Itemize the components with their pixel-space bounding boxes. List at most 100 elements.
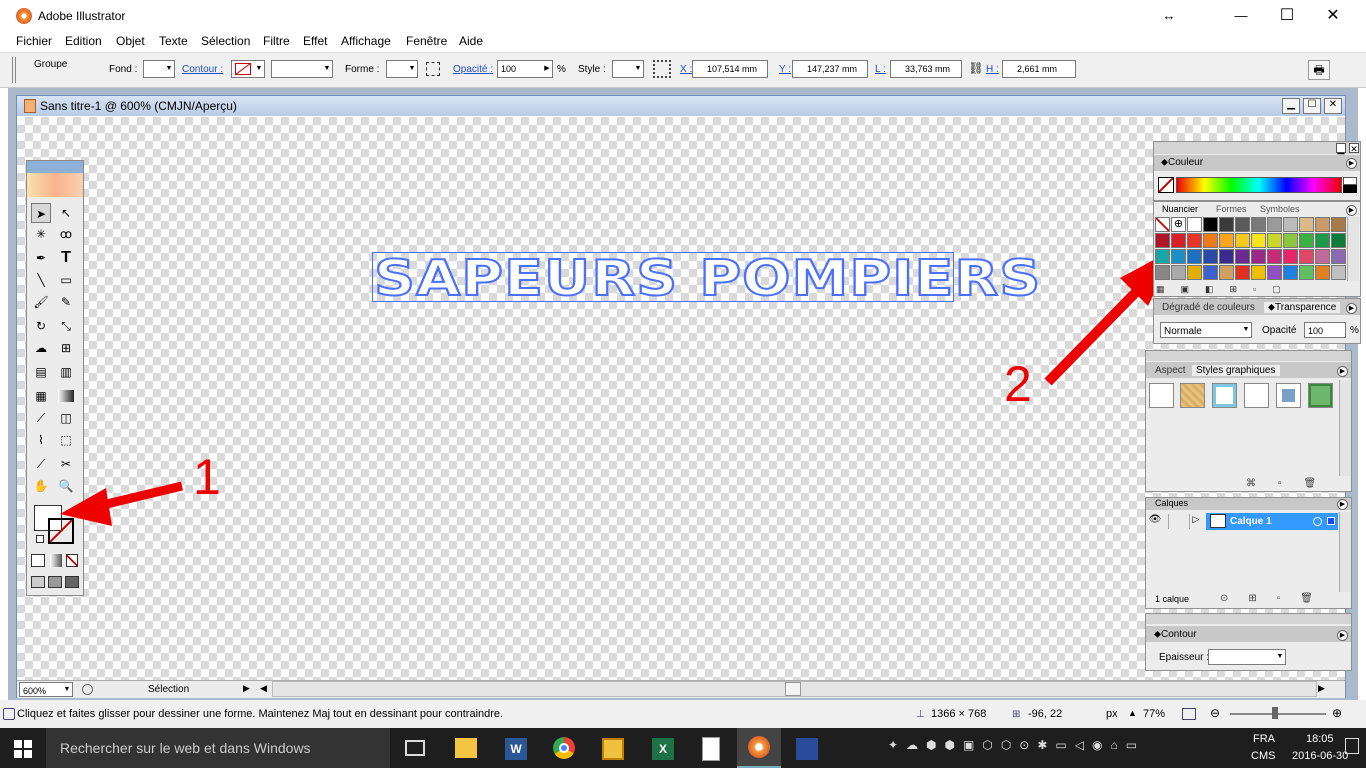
- style-default[interactable]: [1149, 383, 1174, 408]
- color-swatch[interactable]: [1331, 233, 1346, 248]
- color-swatch[interactable]: [1267, 249, 1282, 264]
- menu-texte[interactable]: Texte: [159, 34, 188, 48]
- color-swatch[interactable]: [1171, 249, 1186, 264]
- color-swatch[interactable]: [1203, 217, 1218, 232]
- color-swatch[interactable]: [1235, 249, 1250, 264]
- clock-date[interactable]: 2016-06-30: [1292, 750, 1348, 762]
- transparency-opacity-field[interactable]: 100: [1304, 322, 1346, 338]
- color-swatch[interactable]: [1155, 233, 1170, 248]
- color-swatch[interactable]: [1203, 249, 1218, 264]
- color-swatch[interactable]: [1267, 217, 1282, 232]
- color-swatch[interactable]: [1187, 217, 1202, 232]
- menu-affichage[interactable]: Affichage: [341, 34, 391, 48]
- panel-menu-icon[interactable]: ▶: [1346, 158, 1357, 169]
- panel-menu-icon[interactable]: ▶: [1337, 630, 1348, 641]
- height-field[interactable]: 2,661 mm: [1002, 60, 1076, 78]
- styles-scrollbar[interactable]: [1339, 380, 1351, 476]
- doc-close-button[interactable]: ✕: [1324, 98, 1342, 114]
- magic-wand-tool-icon[interactable]: ✳: [31, 224, 51, 244]
- version-cue-icon[interactable]: [82, 684, 93, 695]
- gradient-tool-icon[interactable]: [58, 390, 74, 402]
- status-mode[interactable]: Sélection: [148, 684, 189, 695]
- color-swatch[interactable]: [1331, 249, 1346, 264]
- style-dropdown[interactable]: ▼: [612, 60, 644, 78]
- doc-restore-button[interactable]: ☐: [1303, 98, 1321, 114]
- panel-menu-icon[interactable]: ▶: [1346, 205, 1357, 216]
- live-paint-tool-icon[interactable]: ⌇: [31, 430, 51, 450]
- maximize-button[interactable]: ☐: [1264, 0, 1310, 32]
- panel-minimize-button[interactable]: ▁: [1336, 143, 1346, 154]
- tab-styles-graphiques[interactable]: Styles graphiques: [1192, 365, 1280, 376]
- panel-dock-header[interactable]: [1146, 351, 1351, 361]
- default-colors-icon[interactable]: [36, 535, 44, 543]
- panel-dock-header[interactable]: [1154, 142, 1360, 154]
- line-tool-icon[interactable]: ╲: [31, 270, 51, 290]
- blend-tool-icon[interactable]: ◫: [56, 408, 76, 428]
- color-swatch[interactable]: [1155, 265, 1170, 280]
- scale-tool-icon[interactable]: ⤡: [56, 316, 76, 336]
- color-swatch[interactable]: [1155, 249, 1170, 264]
- opacity-label[interactable]: Opacité :: [453, 64, 493, 75]
- color-swatch[interactable]: [1331, 265, 1346, 280]
- menu-effet[interactable]: Effet: [303, 34, 327, 48]
- color-swatch[interactable]: [1299, 217, 1314, 232]
- width-label[interactable]: L :: [875, 64, 886, 75]
- color-mode-icon[interactable]: [31, 554, 45, 567]
- color-swatch[interactable]: [1235, 265, 1250, 280]
- direct-selection-tool-icon[interactable]: ↖: [56, 203, 76, 223]
- swatch-grid[interactable]: ⊕: [1155, 217, 1347, 281]
- close-button[interactable]: ✕: [1310, 0, 1356, 32]
- illustrator-flower-logo[interactable]: [27, 173, 83, 197]
- status-menu-arrow[interactable]: ▶: [243, 683, 250, 694]
- color-swatch[interactable]: [1219, 249, 1234, 264]
- color-swatch[interactable]: [1315, 233, 1330, 248]
- color-swatch[interactable]: [1251, 217, 1266, 232]
- windows-start-icon[interactable]: [14, 740, 32, 758]
- document-setup-icon[interactable]: 🖶: [1308, 60, 1330, 80]
- menu-aide[interactable]: Aide: [459, 34, 483, 48]
- color-swatch[interactable]: [1187, 265, 1202, 280]
- paint-icon[interactable]: [796, 738, 818, 760]
- color-swatch[interactable]: [1203, 233, 1218, 248]
- color-swatch[interactable]: [1219, 265, 1234, 280]
- color-swatch[interactable]: [1331, 217, 1346, 232]
- menu-fichier[interactable]: Fichier: [16, 34, 52, 48]
- action-center-icon[interactable]: [1345, 738, 1359, 754]
- color-swatch[interactable]: [1315, 217, 1330, 232]
- scroll-right-arrow[interactable]: ▶: [1318, 683, 1325, 694]
- lasso-tool-icon[interactable]: ꝏ: [56, 224, 76, 244]
- tab-nuancier[interactable]: Nuancier: [1158, 204, 1203, 214]
- free-transform-tool-icon[interactable]: ⊞: [56, 338, 76, 358]
- stroke-color-dropdown[interactable]: ▼: [231, 60, 265, 78]
- color-swatch[interactable]: [1315, 265, 1330, 280]
- graph-tool-icon[interactable]: ▥: [56, 362, 76, 382]
- color-swatch[interactable]: ⊕: [1171, 217, 1186, 232]
- height-label[interactable]: H :: [986, 64, 999, 75]
- warp-tool-icon[interactable]: ☁: [31, 338, 51, 358]
- transform-each-icon[interactable]: [426, 62, 440, 76]
- color-swatch[interactable]: [1283, 265, 1298, 280]
- style-texture[interactable]: [1180, 383, 1205, 408]
- tab-symboles[interactable]: Symboles: [1256, 204, 1304, 214]
- rectangle-tool-icon[interactable]: ▭: [56, 270, 76, 290]
- panel-close-button[interactable]: ✕: [1349, 143, 1359, 154]
- pen-tool-icon[interactable]: ✒: [31, 248, 51, 268]
- color-swatch[interactable]: [1171, 265, 1186, 280]
- chrome-icon[interactable]: [553, 737, 575, 759]
- selection-tool-icon[interactable]: ➤: [31, 203, 51, 223]
- system-tray-icons[interactable]: ✦☁⬢⬢▣⬡⬡⊙✱▭◁◉⌂▭: [888, 738, 1238, 752]
- color-swatch[interactable]: [1283, 233, 1298, 248]
- color-swatch[interactable]: [1315, 249, 1330, 264]
- link-icon[interactable]: ⛓: [968, 61, 984, 77]
- x-label[interactable]: X :: [680, 64, 692, 75]
- live-paint-selection-tool-icon[interactable]: ⬚: [56, 430, 76, 450]
- y-label[interactable]: Y :: [779, 64, 791, 75]
- expand-triangle-icon[interactable]: ▷: [1191, 514, 1201, 528]
- style-blue-fill[interactable]: [1276, 383, 1301, 408]
- color-swatch[interactable]: [1171, 233, 1186, 248]
- tab-contour[interactable]: ⬥Contour: [1150, 629, 1201, 640]
- color-swatch[interactable]: [1267, 233, 1282, 248]
- stroke-label[interactable]: Contour :: [182, 64, 223, 75]
- excel-icon[interactable]: X: [652, 738, 674, 760]
- tab-couleur[interactable]: ⬥Couleur: [1157, 157, 1207, 168]
